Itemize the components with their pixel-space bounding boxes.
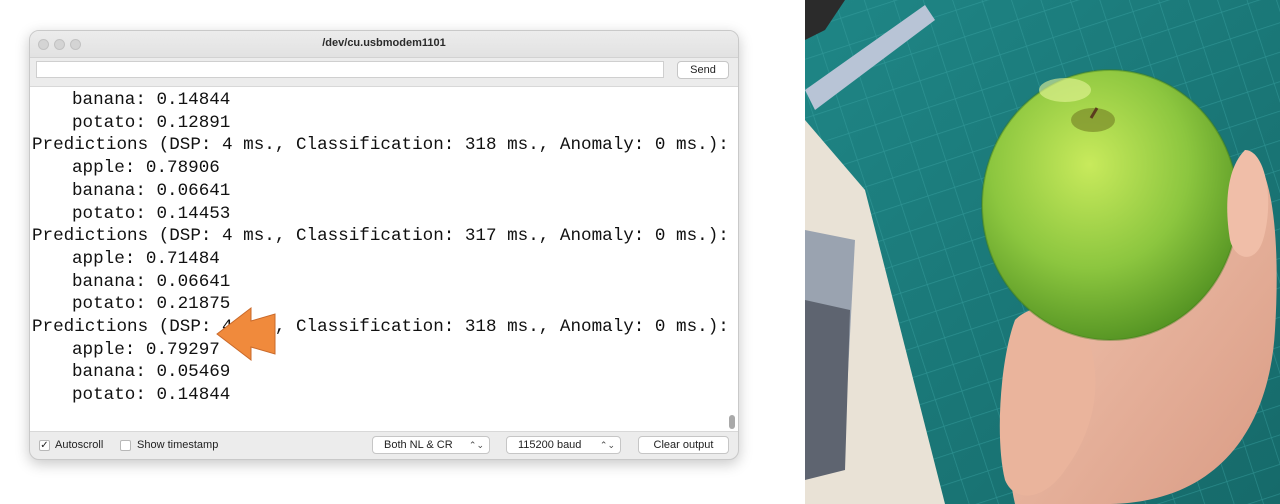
apple-photo: [805, 0, 1280, 504]
select-arrows-icon: ⌃⌄: [468, 440, 484, 450]
output-value-line: banana: 0.06641: [72, 271, 231, 292]
output-value-line: potato: 0.14453: [72, 203, 231, 224]
apple-in-hand-image: [805, 0, 1280, 504]
clear-output-button[interactable]: Clear output: [638, 436, 729, 454]
serial-monitor-window: /dev/cu.usbmodem1101 Send banana: 0.1484…: [29, 30, 739, 460]
title-bar: /dev/cu.usbmodem1101: [30, 31, 738, 58]
output-value-line: banana: 0.06641: [72, 180, 231, 201]
output-value-line: apple: 0.78906: [72, 158, 220, 179]
send-button[interactable]: Send: [677, 61, 729, 79]
baud-rate-value: 115200 baud: [518, 439, 582, 451]
output-value-line: apple: 0.71484: [72, 248, 220, 269]
serial-output[interactable]: banana: 0.14844 potato: 0.12891 Prediction…: [30, 86, 738, 432]
output-value-line: banana: 0.05469: [72, 362, 231, 383]
output-value-line: apple: 0.79297: [72, 339, 220, 360]
output-value-line: potato: 0.14844: [72, 385, 231, 406]
baud-rate-select[interactable]: 115200 baud ⌃⌄: [506, 436, 621, 454]
vertical-scrollbar[interactable]: [729, 415, 735, 429]
output-value-line: banana: 0.14844: [72, 90, 231, 110]
line-ending-select[interactable]: Both NL & CR ⌃⌄: [372, 436, 490, 454]
predictions-header-line: Predictions (DSP: 4 ms., Classification:…: [32, 135, 729, 156]
predictions-header-line: Predictions (DSP: 4 ms., Classification:…: [32, 226, 729, 247]
output-value-line: potato: 0.12891: [72, 112, 231, 133]
predictions-header-line: Predictions (DSP: 4 ms., Classification:…: [32, 317, 729, 338]
line-ending-value: Both NL & CR: [384, 439, 453, 451]
output-lines: banana: 0.14844 potato: 0.12891 Prediction…: [32, 89, 729, 407]
select-arrows-icon: ⌃⌄: [599, 440, 615, 450]
output-value-line: potato: 0.21875: [72, 294, 231, 315]
send-input[interactable]: [36, 61, 664, 78]
autoscroll-checkbox[interactable]: ✓: [39, 440, 50, 451]
bottom-toolbar: ✓ Autoscroll Show timestamp Both NL & CR…: [30, 432, 738, 459]
autoscroll-label: Autoscroll: [55, 439, 104, 451]
pointer-arrow-icon: [216, 306, 276, 362]
show-timestamp-label: Show timestamp: [137, 439, 219, 451]
window-title: /dev/cu.usbmodem1101: [322, 37, 446, 49]
checkmark-icon: ✓: [40, 440, 49, 451]
show-timestamp-checkbox[interactable]: [120, 440, 131, 451]
